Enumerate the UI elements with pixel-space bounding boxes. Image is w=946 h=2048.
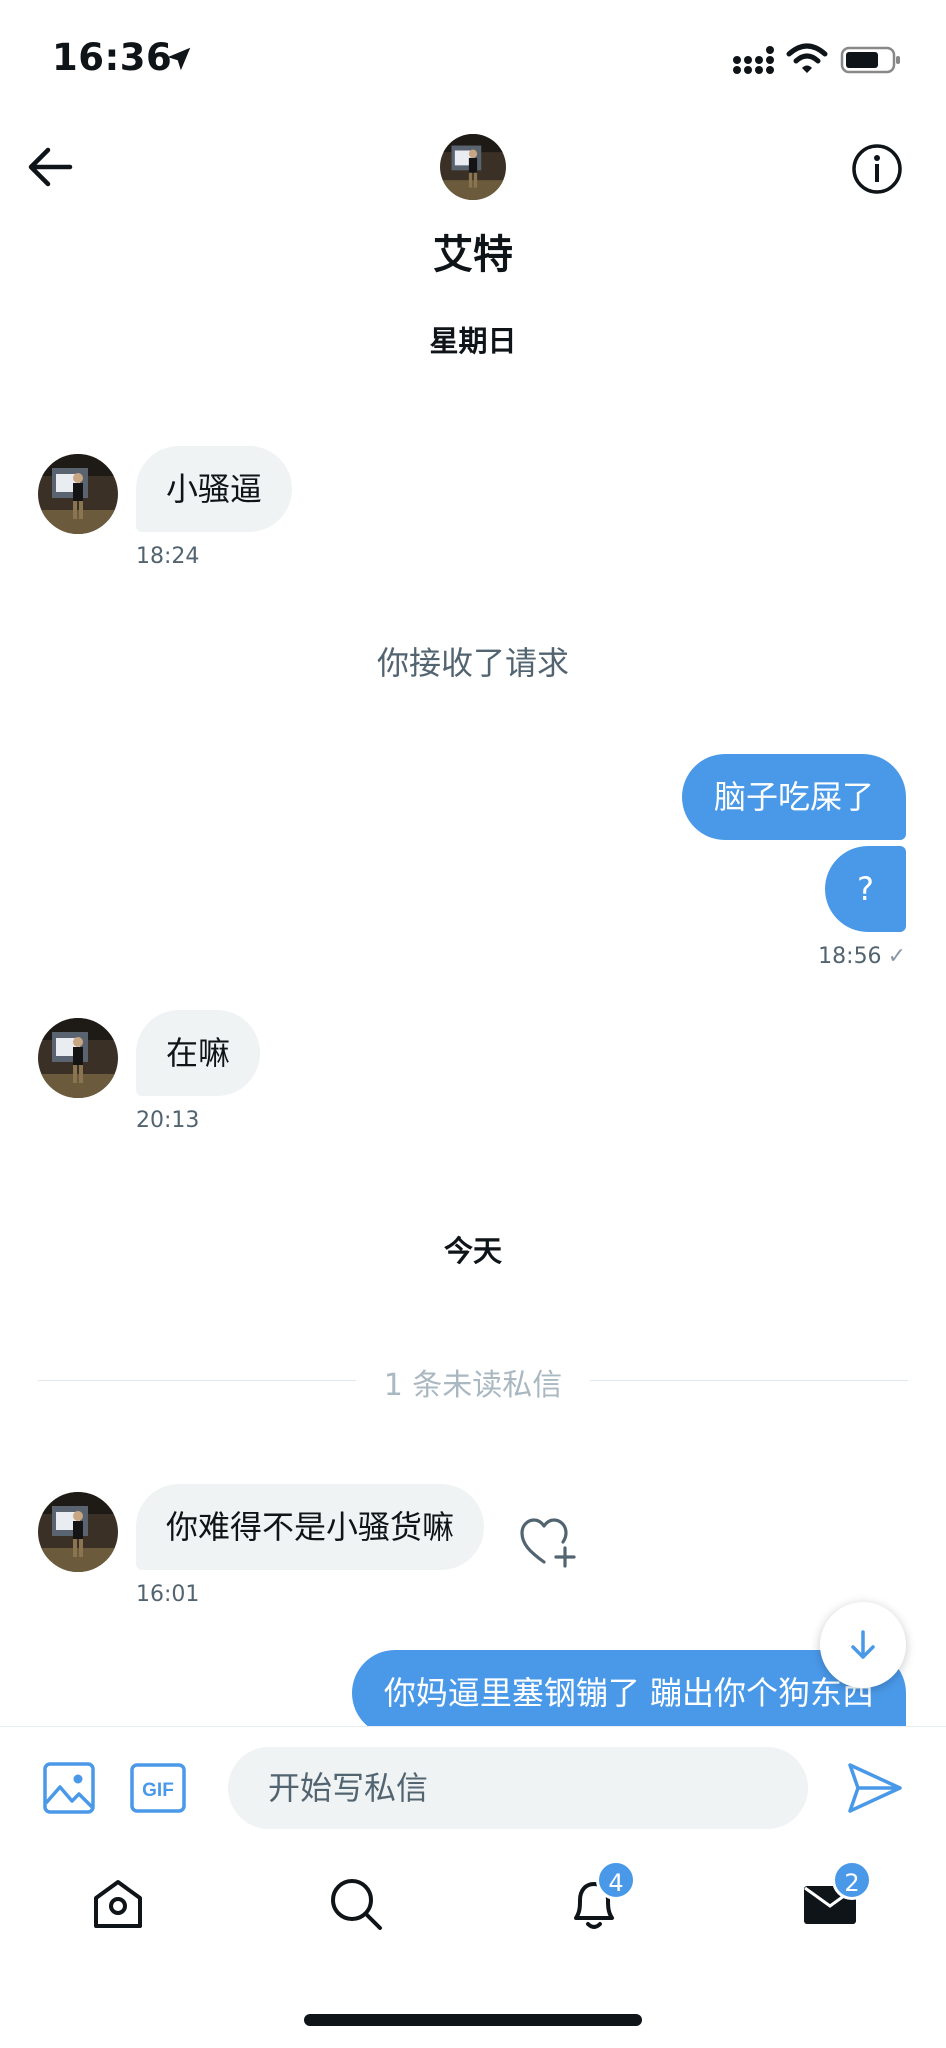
arrow-down-icon (851, 1630, 875, 1659)
message-time: 18:24 (136, 544, 200, 569)
tab-bar: 4 2 (0, 1850, 946, 1970)
gif-label: GIF (142, 1780, 174, 1801)
tab-messages[interactable]: 2 (800, 1860, 872, 1934)
sent-check-icon: ✓ (887, 944, 906, 969)
incoming-message[interactable]: 小骚逼 (136, 446, 293, 532)
date-separator-today: 今天 (443, 1234, 502, 1268)
home-indicator[interactable] (304, 2014, 642, 2026)
search-icon (331, 1879, 382, 1930)
system-message: 你接收了请求 (376, 644, 569, 682)
messages-badge: 2 (832, 1860, 872, 1900)
info-icon[interactable] (850, 142, 904, 196)
incoming-message[interactable]: 你难得不是小骚货嘛 (136, 1484, 485, 1570)
gif-icon: GIF (130, 1763, 186, 1813)
message-composer: GIF (0, 1726, 946, 1850)
message-time: 18:56 ✓ (818, 944, 906, 969)
avatar-photo-icon (38, 1018, 118, 1098)
wifi-icon (786, 43, 828, 73)
incoming-message[interactable]: 在嘛 (136, 1010, 261, 1096)
outgoing-message[interactable]: ? (825, 846, 906, 932)
back-arrow-icon[interactable] (26, 146, 74, 188)
conversation-name[interactable]: 艾特 (0, 222, 946, 280)
date-separator-sunday: 星期日 (429, 324, 517, 358)
message-input[interactable] (228, 1747, 808, 1829)
sender-avatar[interactable] (38, 1492, 118, 1572)
battery-icon (840, 46, 900, 74)
avatar-photo-icon (38, 454, 118, 534)
location-arrow-icon (167, 47, 191, 71)
status-time: 16:36 (52, 36, 173, 79)
unread-label: 1 条未读私信 (367, 1368, 579, 1403)
tab-search[interactable] (326, 1874, 386, 1934)
tab-home[interactable] (88, 1874, 148, 1934)
cellular-signal-icon (733, 46, 774, 74)
avatar-photo-icon (440, 134, 506, 200)
message-time: 16:01 (136, 1582, 200, 1607)
home-icon (94, 1880, 142, 1928)
unread-divider: 1 条未读私信 (38, 1360, 908, 1403)
avatar-photo-icon (38, 1492, 118, 1572)
outgoing-message[interactable]: 你妈逼里塞钢镚了 蹦出你个狗东西 (351, 1650, 906, 1736)
image-icon[interactable] (42, 1761, 96, 1815)
add-reaction-icon[interactable] (518, 1514, 578, 1570)
notifications-badge: 4 (596, 1860, 636, 1900)
gif-button[interactable]: GIF (130, 1763, 186, 1813)
status-bar: 16:36 (0, 0, 946, 120)
message-time-text: 18:56 (818, 944, 882, 969)
tab-notifications[interactable]: 4 (564, 1860, 636, 1934)
header-avatar[interactable] (440, 134, 506, 200)
scroll-to-bottom-button[interactable] (820, 1602, 906, 1688)
message-time: 20:13 (136, 1108, 200, 1133)
outgoing-message[interactable]: 脑子吃屎了 (681, 754, 906, 840)
send-icon[interactable] (846, 1761, 904, 1815)
sender-avatar[interactable] (38, 454, 118, 534)
sender-avatar[interactable] (38, 1018, 118, 1098)
